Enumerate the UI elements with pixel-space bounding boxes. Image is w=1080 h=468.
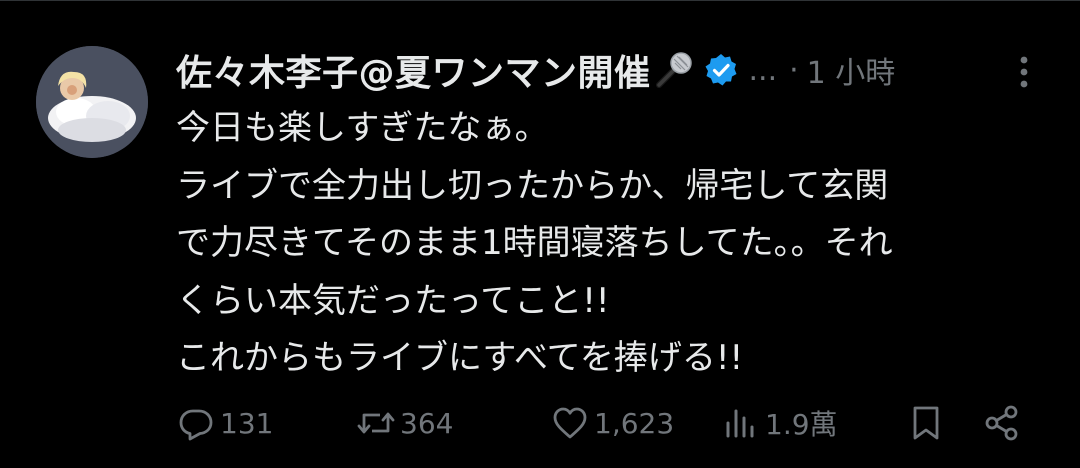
- tweet-text-line: くらい本気だったってこと!!: [176, 280, 610, 321]
- like-icon: [553, 407, 587, 439]
- views-count: 1.9萬: [765, 408, 838, 441]
- verified-badge-icon: [703, 52, 739, 88]
- action-bar: 131 364 1,623 1.9萬: [176, 398, 1036, 448]
- tweet-text-line: 今日も楽しすぎたなぁ。: [176, 108, 549, 148]
- display-name[interactable]: 佐々木李子@夏ワンマン開催: [176, 44, 651, 96]
- tweet-text-line: ライブで全力出し切ったからか、帰宅して玄関: [176, 165, 889, 206]
- tweet-header: 佐々木李子@夏ワンマン開催 ... · 1 小時: [176, 40, 895, 100]
- share-button[interactable]: [982, 398, 1022, 448]
- like-count: 1,623: [594, 406, 675, 440]
- views-button[interactable]: 1.9萬: [721, 398, 838, 448]
- tweet-text-line: これからもライブにすべてを捧げる!!: [176, 338, 744, 378]
- reply-button[interactable]: 131: [176, 398, 273, 448]
- retweet-button[interactable]: 364: [356, 398, 453, 448]
- more-options-icon[interactable]: [1012, 52, 1036, 92]
- time-separator: ·: [789, 52, 799, 88]
- views-icon: [726, 409, 754, 438]
- handle-truncated[interactable]: ...: [749, 53, 778, 88]
- timestamp[interactable]: 1 小時: [807, 48, 896, 92]
- microphone-icon: [653, 49, 695, 91]
- bookmark-icon: [913, 406, 939, 440]
- reply-icon: [179, 409, 213, 441]
- bookmark-button[interactable]: [906, 398, 946, 448]
- reply-count: 131: [220, 406, 274, 440]
- like-button[interactable]: 1,623: [550, 398, 674, 448]
- avatar[interactable]: [36, 46, 148, 158]
- tweet[interactable]: 佐々木李子@夏ワンマン開催 ... · 1 小時 今日も楽しすぎたなぁ。 ライブ…: [0, 0, 1080, 468]
- tweet-text: 今日も楽しすぎたなぁ。 ライブで全力出し切ったからか、帰宅して玄関 で力尽きてそ…: [176, 100, 1056, 388]
- tweet-text-line: で力尽きてそのまま1時間寝落ちしてた。。それ: [176, 223, 893, 263]
- retweet-icon: [357, 412, 395, 434]
- retweet-count: 364: [400, 406, 454, 440]
- share-icon: [985, 405, 1018, 441]
- avatar-image: [36, 46, 148, 158]
